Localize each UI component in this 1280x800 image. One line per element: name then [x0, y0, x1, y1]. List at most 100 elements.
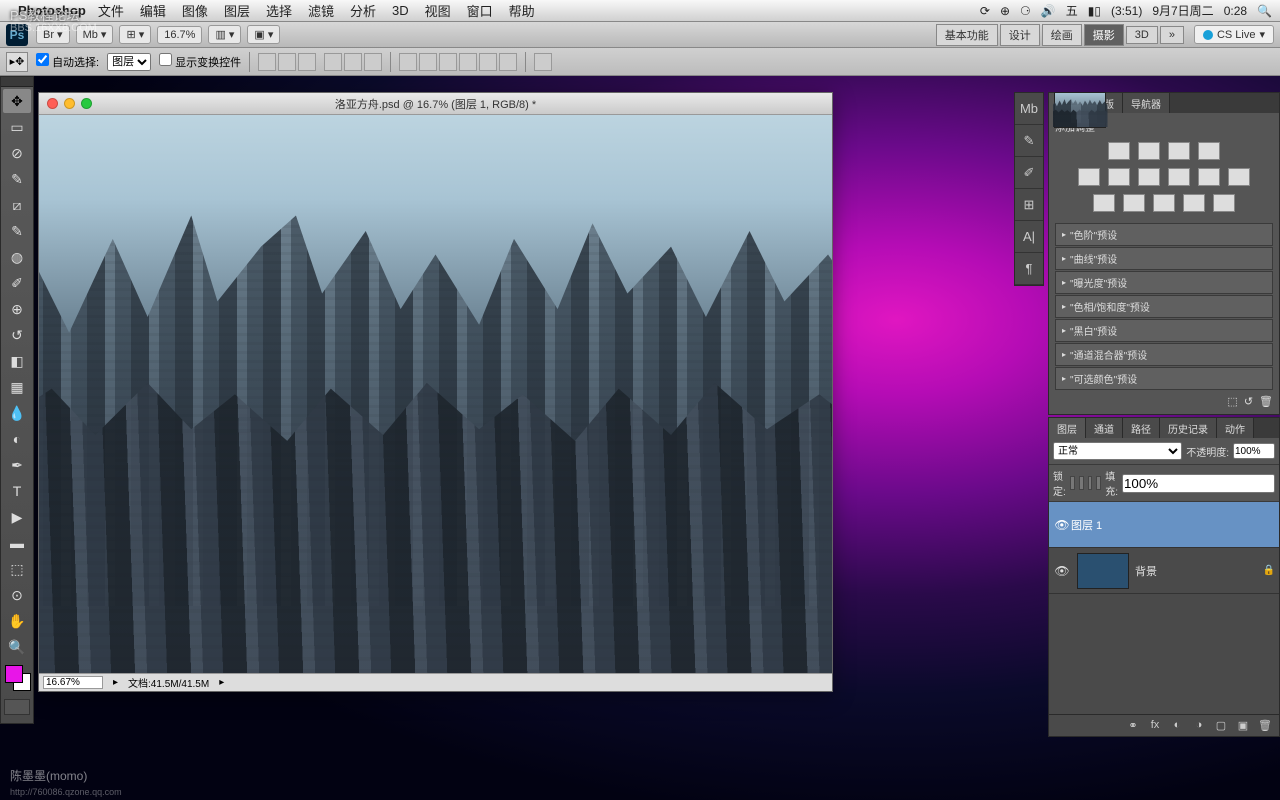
photoshop-logo[interactable]: Ps [6, 24, 28, 46]
tab-channels[interactable]: 通道 [1086, 418, 1123, 438]
move-tool-icon[interactable]: ▸✥ [6, 52, 28, 72]
auto-select-checkbox[interactable]: 自动选择: [36, 53, 99, 70]
workspace-photography[interactable]: 摄影 [1084, 24, 1124, 46]
3d-camera-tool[interactable]: ⊙ [3, 583, 31, 607]
menu-window[interactable]: 窗口 [467, 1, 493, 20]
adj-levels-icon[interactable] [1138, 142, 1160, 160]
spotlight-icon[interactable]: 🔍 [1257, 4, 1272, 18]
layer-mask-icon[interactable]: ◐ [1169, 719, 1185, 733]
layer-fx-icon[interactable]: fx [1147, 719, 1163, 733]
adj-gradientmap-icon[interactable] [1183, 194, 1205, 212]
distribute-right[interactable] [499, 53, 517, 71]
3d-tool[interactable]: ⬚ [3, 557, 31, 581]
align-bottom[interactable] [298, 53, 316, 71]
shape-tool[interactable]: ▬ [3, 531, 31, 555]
app-name[interactable]: Photoshop [18, 3, 86, 18]
foreground-color[interactable] [5, 665, 23, 683]
preset-selectivecolor[interactable]: "可选颜色"预设 [1055, 367, 1273, 390]
brush-tool[interactable]: ✐ [3, 271, 31, 295]
minimize-button[interactable] [64, 98, 75, 109]
zoom-button[interactable] [81, 98, 92, 109]
workspace-3d[interactable]: 3D [1126, 26, 1158, 44]
auto-align-button[interactable] [534, 53, 552, 71]
adj-channelmixer-icon[interactable] [1228, 168, 1250, 186]
preset-curves[interactable]: "曲线"预设 [1055, 247, 1273, 270]
adj-brightness-icon[interactable] [1108, 142, 1130, 160]
launch-minibridge-button[interactable]: Mb ▾ [76, 25, 114, 44]
lock-all-icon[interactable] [1096, 476, 1101, 490]
menu-view[interactable]: 视图 [425, 1, 451, 20]
path-select-tool[interactable]: ▶ [3, 505, 31, 529]
color-swatches[interactable] [5, 665, 29, 693]
zoom-input[interactable] [43, 676, 103, 689]
fill-input[interactable] [1122, 474, 1275, 493]
adj-threshold-icon[interactable] [1153, 194, 1175, 212]
auto-select-dropdown[interactable]: 图层 [107, 53, 151, 71]
preset-bw[interactable]: "黑白"预设 [1055, 319, 1273, 342]
arrange-documents-button[interactable]: ▥ ▾ [208, 25, 241, 44]
move-tool[interactable]: ✥ [3, 89, 31, 113]
adj-clip-icon[interactable]: ⬚ [1227, 395, 1237, 408]
healing-brush-tool[interactable]: ◍ [3, 245, 31, 269]
doc-info-menu[interactable]: ▸ [219, 677, 224, 688]
eraser-tool[interactable]: ◧ [3, 349, 31, 373]
clone-stamp-tool[interactable]: ⊕ [3, 297, 31, 321]
preset-hue[interactable]: "色相/饱和度"预设 [1055, 295, 1273, 318]
pen-tool[interactable]: ✒ [3, 453, 31, 477]
distribute-top[interactable] [399, 53, 417, 71]
menu-select[interactable]: 选择 [266, 1, 292, 20]
adj-invert-icon[interactable] [1093, 194, 1115, 212]
preset-channelmixer[interactable]: "通道混合器"预设 [1055, 343, 1273, 366]
sync-icon[interactable]: ⟳ [980, 4, 990, 18]
type-tool[interactable]: T [3, 479, 31, 503]
tab-layers[interactable]: 图层 [1049, 418, 1086, 438]
lock-position-icon[interactable] [1088, 476, 1093, 490]
adjustment-layer-icon[interactable]: ◑ [1191, 719, 1207, 733]
menu-3d[interactable]: 3D [392, 3, 409, 18]
align-vcenter[interactable] [278, 53, 296, 71]
layer-thumbnail[interactable] [1077, 553, 1129, 589]
mini-panel-icon-4[interactable]: A| [1015, 221, 1043, 253]
align-top[interactable] [258, 53, 276, 71]
adj-reset-icon[interactable]: ↺ [1244, 395, 1253, 408]
menubar-date[interactable]: 9月7日周二 [1152, 2, 1213, 19]
new-layer-icon[interactable]: ▣ [1235, 719, 1251, 733]
adj-photofilter-icon[interactable] [1198, 168, 1220, 186]
adj-bw-icon[interactable] [1168, 168, 1190, 186]
layer-item-1[interactable]: 👁 图层 1 [1049, 502, 1279, 548]
adj-selectivecolor-icon[interactable] [1213, 194, 1235, 212]
preset-exposure[interactable]: "曝光度"预设 [1055, 271, 1273, 294]
tab-actions[interactable]: 动作 [1217, 418, 1254, 438]
eyedropper-tool[interactable]: ✎ [3, 219, 31, 243]
volume-icon[interactable]: 🔊 [1041, 4, 1056, 18]
document-titlebar[interactable]: 洛亚方舟.psd @ 16.7% (图层 1, RGB/8) * [39, 93, 832, 115]
cs-live-button[interactable]: CS Live▾ [1194, 25, 1274, 44]
crop-tool[interactable]: ⧄ [3, 193, 31, 217]
layer-name[interactable]: 图层 1 [1071, 517, 1102, 533]
history-brush-tool[interactable]: ↺ [3, 323, 31, 347]
quick-select-tool[interactable]: ✎ [3, 167, 31, 191]
adj-posterize-icon[interactable] [1123, 194, 1145, 212]
ime-indicator[interactable]: 五 [1066, 2, 1078, 19]
delete-layer-icon[interactable]: 🗑 [1257, 719, 1273, 733]
close-button[interactable] [47, 98, 58, 109]
layer-visibility-icon[interactable]: 👁 [1053, 518, 1071, 532]
lock-transparent-icon[interactable] [1070, 476, 1075, 490]
menubar-time[interactable]: 0:28 [1224, 4, 1247, 18]
adj-trash-icon[interactable]: 🗑 [1259, 395, 1273, 408]
layer-thumbnail[interactable] [1054, 92, 1106, 128]
layer-group-icon[interactable]: ▢ [1213, 719, 1229, 733]
adj-vibrance-icon[interactable] [1078, 168, 1100, 186]
tab-navigator[interactable]: 导航器 [1123, 93, 1170, 113]
mini-panel-icon-5[interactable]: ¶ [1015, 253, 1043, 285]
adj-colorbalance-icon[interactable] [1138, 168, 1160, 186]
hand-tool[interactable]: ✋ [3, 609, 31, 633]
toolbox-grip[interactable] [1, 77, 33, 87]
menu-image[interactable]: 图像 [182, 1, 208, 20]
mini-panel-icon-3[interactable]: ⊞ [1015, 189, 1043, 221]
document-canvas[interactable] [39, 115, 832, 673]
menu-filter[interactable]: 滤镜 [308, 1, 334, 20]
align-left[interactable] [324, 53, 342, 71]
tab-history[interactable]: 历史记录 [1160, 418, 1217, 438]
lasso-tool[interactable]: ⊘ [3, 141, 31, 165]
